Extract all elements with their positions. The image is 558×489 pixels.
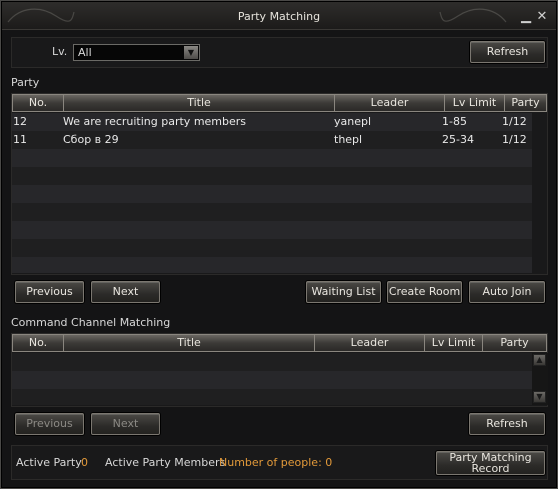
command-channel-next-button[interactable]: Next xyxy=(91,413,160,435)
row-no: 11 xyxy=(13,133,27,146)
column-header-party[interactable]: Party xyxy=(505,95,546,111)
level-label: Lv. xyxy=(52,45,68,58)
empty-row xyxy=(12,167,532,185)
empty-row xyxy=(12,221,532,239)
row-leader: yanepl xyxy=(334,115,372,128)
column-header-lv-limit[interactable]: Lv Limit xyxy=(445,95,505,111)
table-row[interactable]: 11 Сбор в 29 thepl 25-34 1/12 xyxy=(12,131,532,149)
column-header-no[interactable]: No. xyxy=(13,95,64,111)
active-party-members-count: Number of people: 0 xyxy=(219,456,333,469)
active-party-members-label: Active Party Members xyxy=(105,456,226,469)
create-room-button[interactable]: Create Room xyxy=(387,281,462,303)
column-header-title[interactable]: Title xyxy=(64,95,335,111)
empty-row xyxy=(12,149,532,167)
title-bar[interactable]: Party Matching ▁ ✕ xyxy=(2,2,556,30)
scroll-down-icon[interactable]: ▼ xyxy=(533,391,546,403)
column-header-leader[interactable]: Leader xyxy=(335,95,445,111)
empty-row xyxy=(12,389,532,405)
party-previous-button[interactable]: Previous xyxy=(15,281,84,303)
command-channel-table-header: No. Title Leader Lv Limit Party xyxy=(12,334,547,352)
command-channel-section-label: Command Channel Matching xyxy=(11,316,171,329)
window-title: Party Matching xyxy=(237,10,321,23)
row-party: 1/12 xyxy=(502,133,527,146)
party-matching-window: Party Matching ▁ ✕ Lv. All ▼ Refresh Par… xyxy=(0,0,558,489)
empty-row xyxy=(12,257,532,273)
chevron-down-icon[interactable]: ▼ xyxy=(184,46,198,59)
empty-row xyxy=(12,353,532,371)
empty-row xyxy=(12,185,532,203)
party-matching-record-label: Party Matching Record xyxy=(449,451,532,475)
party-next-button[interactable]: Next xyxy=(91,281,160,303)
row-lv-limit: 1-85 xyxy=(442,115,467,128)
row-title: Сбор в 29 xyxy=(63,133,119,146)
column-header-title[interactable]: Title xyxy=(64,335,315,351)
level-select[interactable]: All ▼ xyxy=(73,44,200,61)
row-no: 12 xyxy=(13,115,27,128)
empty-row xyxy=(12,203,532,221)
column-header-leader[interactable]: Leader xyxy=(315,335,425,351)
minimize-icon[interactable]: ▁ xyxy=(519,10,533,24)
auto-join-button[interactable]: Auto Join xyxy=(469,281,545,303)
column-header-party[interactable]: Party xyxy=(483,335,546,351)
command-channel-previous-button[interactable]: Previous xyxy=(15,413,84,435)
waiting-list-button[interactable]: Waiting List xyxy=(306,281,381,303)
command-channel-scrollbar[interactable]: ▲ ▼ xyxy=(532,353,548,405)
column-header-lv-limit[interactable]: Lv Limit xyxy=(425,335,483,351)
active-party-label: Active Party xyxy=(16,456,82,469)
row-lv-limit: 25-34 xyxy=(442,133,474,146)
row-title: We are recruiting party members xyxy=(63,115,247,128)
close-icon[interactable]: ✕ xyxy=(535,10,549,24)
party-matching-record-button[interactable]: Party Matching Record xyxy=(436,451,545,475)
refresh-button[interactable]: Refresh xyxy=(470,41,545,63)
level-select-value: All xyxy=(78,46,92,59)
empty-row xyxy=(12,239,532,257)
empty-row xyxy=(12,371,532,389)
row-leader: thepl xyxy=(334,133,363,146)
party-table-header: No. Title Leader Lv Limit Party xyxy=(12,94,547,112)
command-channel-refresh-button[interactable]: Refresh xyxy=(469,413,545,435)
table-row[interactable]: 12 We are recruiting party members yanep… xyxy=(12,113,532,131)
active-party-count: 0 xyxy=(81,456,88,469)
scroll-up-icon[interactable]: ▲ xyxy=(533,354,546,366)
party-section-label: Party xyxy=(11,76,40,89)
row-party: 1/12 xyxy=(502,115,527,128)
column-header-no[interactable]: No. xyxy=(13,335,64,351)
